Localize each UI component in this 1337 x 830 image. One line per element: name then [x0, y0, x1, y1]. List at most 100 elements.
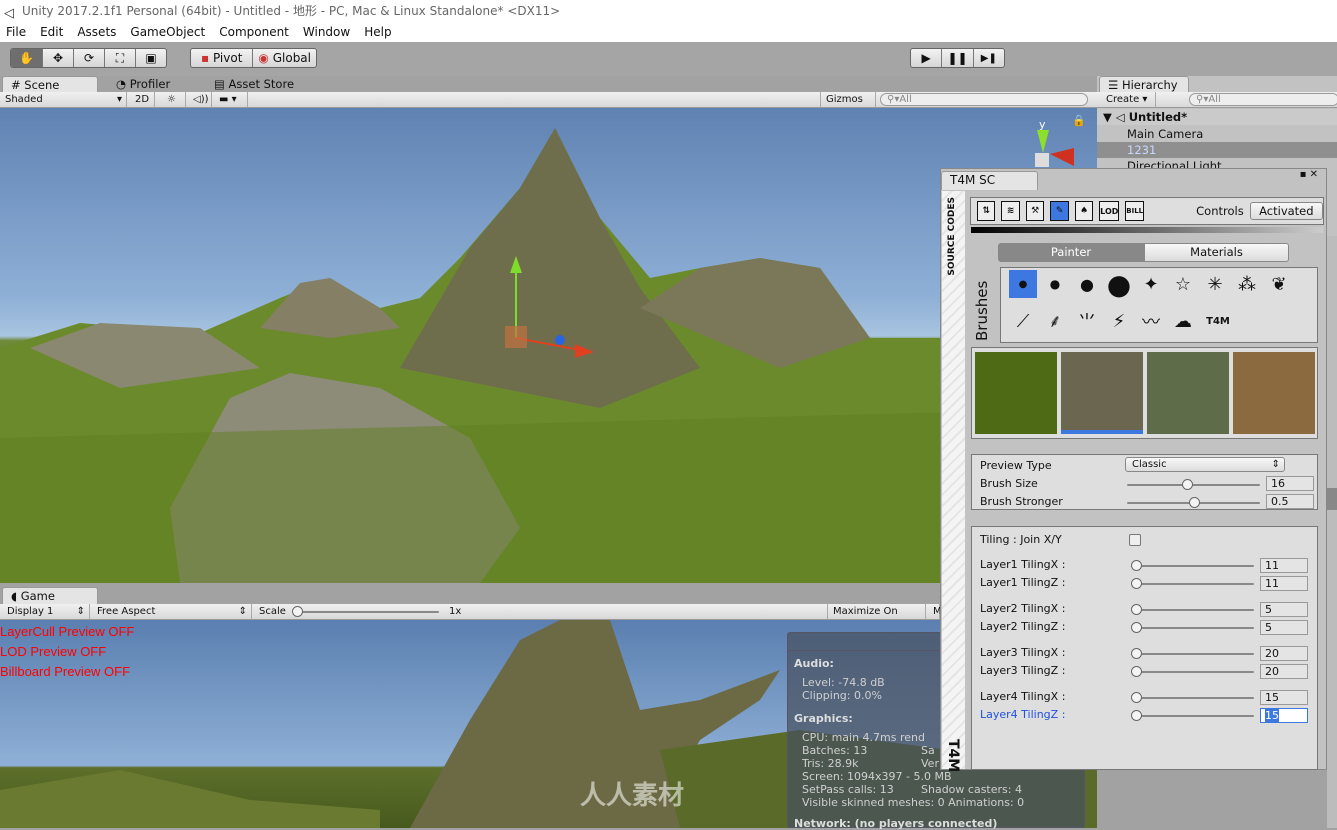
stats-tris: Tris: 28.9k	[802, 757, 859, 770]
menu-bar: File Edit Assets GameObject Component Window H…	[0, 22, 1337, 42]
brush-bird[interactable]: ✦	[1137, 270, 1165, 298]
brush-cloud[interactable]: ☁	[1169, 307, 1197, 335]
tab-scene[interactable]: # Scene	[2, 76, 98, 93]
brush-settings: Preview Type Classic ⇕ Brush Size 16 Brus…	[971, 454, 1318, 510]
tiling-join-checkbox[interactable]	[1129, 534, 1141, 546]
mute-toggle[interactable]: M	[928, 604, 942, 619]
effects-icon[interactable]: ▬ ▾	[214, 92, 248, 107]
brush-leaf[interactable]: ❦	[1265, 270, 1293, 298]
layer-tiling-slider[interactable]	[1131, 622, 1254, 633]
menu-gameobject[interactable]: GameObject	[130, 22, 205, 42]
close-icon[interactable]: ▪ ✕	[1300, 169, 1318, 180]
scene-root[interactable]: ▼ ◁ Untitled*	[1097, 109, 1337, 125]
layer-tiling-input[interactable]: 5	[1260, 602, 1308, 617]
brush-hard[interactable]: ●	[1105, 268, 1133, 301]
tab-t4m[interactable]: T4M SC	[941, 171, 1038, 190]
layer-tiling-input[interactable]: 11	[1260, 576, 1308, 591]
global-button[interactable]: ◉ Global	[253, 49, 316, 67]
brush-crack[interactable]: ⚡	[1105, 307, 1133, 335]
brush-soft-small[interactable]: ●	[1009, 270, 1037, 298]
layer-tiling-input[interactable]: 15	[1260, 690, 1308, 705]
layer-tiling-slider[interactable]	[1131, 710, 1254, 721]
layer-tiling-input[interactable]: 15	[1260, 708, 1308, 723]
layers-tool-icon[interactable]: ≋	[1001, 201, 1020, 221]
menu-help[interactable]: Help	[364, 22, 391, 42]
step-button[interactable]: ▶❚	[974, 49, 1004, 67]
tree-tool-icon[interactable]: ♠	[1074, 201, 1094, 221]
hierarchy-search-input[interactable]: ⚲▾All	[1189, 93, 1337, 106]
scale-slider[interactable]	[292, 606, 439, 617]
layer-tiling-input[interactable]: 20	[1260, 646, 1308, 661]
texture-moss[interactable]	[1147, 352, 1229, 434]
scale-tool-icon[interactable]: ⛶	[105, 49, 136, 67]
scene-search-input[interactable]: ⚲▾All	[880, 93, 1088, 106]
activated-button[interactable]: Activated	[1249, 202, 1323, 220]
play-button[interactable]: ▶	[911, 49, 943, 67]
preview-type-dropdown[interactable]: Classic ⇕	[1125, 457, 1285, 472]
height-tool-icon[interactable]: ⇅	[977, 201, 996, 221]
billboard-tool-icon[interactable]: BILL	[1125, 201, 1145, 221]
display-dropdown[interactable]: Display 1 ⇕	[2, 604, 90, 619]
brush-medium[interactable]: ●	[1073, 270, 1101, 298]
brush-t4m[interactable]: T4M	[1201, 307, 1235, 335]
scene-view[interactable]: y 🔒	[0, 108, 1097, 583]
layer-tiling-label: Layer4 TilingZ :	[980, 708, 1066, 721]
aspect-dropdown[interactable]: Free Aspect ⇕	[92, 604, 252, 619]
gizmos-dropdown[interactable]: Gizmos ▾	[820, 92, 876, 120]
brush-stronger-input[interactable]: 0.5	[1266, 494, 1314, 509]
2d-toggle[interactable]: 2D	[130, 92, 155, 107]
menu-assets[interactable]: Assets	[77, 22, 116, 42]
layer-tiling-slider[interactable]	[1131, 692, 1254, 703]
brush-scratch1[interactable]: ⸙	[1041, 307, 1069, 335]
brush-star[interactable]: ☆	[1169, 270, 1197, 298]
hand-tool-icon[interactable]: ✋	[11, 49, 43, 67]
layer-tiling-slider[interactable]	[1131, 604, 1254, 615]
tab-asset-store[interactable]: ▤ Asset Store	[206, 76, 302, 93]
brush-scratch2[interactable]: ⺌	[1073, 307, 1101, 335]
tiling-join-label: Tiling : Join X/Y	[980, 533, 1062, 546]
tools-icon[interactable]: ⚒	[1025, 201, 1045, 221]
brush-branch[interactable]: ⟋	[1009, 307, 1037, 335]
brush-crack2[interactable]: 〰	[1137, 307, 1165, 335]
audio-icon[interactable]: ◁))	[188, 92, 212, 107]
hierarchy-item-selected[interactable]: 1231	[1097, 142, 1337, 158]
texture-grass[interactable]	[975, 352, 1057, 434]
tab-game[interactable]: ◖ Game	[2, 587, 98, 604]
menu-edit[interactable]: Edit	[40, 22, 63, 42]
menu-file[interactable]: File	[6, 22, 26, 42]
brush-splatter[interactable]: ✳	[1201, 270, 1229, 298]
texture-dirt[interactable]	[1233, 352, 1315, 434]
brush-soft[interactable]: ●	[1041, 270, 1069, 298]
brush-size-input[interactable]: 16	[1266, 476, 1314, 491]
brush-noise[interactable]: ⁂	[1233, 270, 1261, 298]
menu-window[interactable]: Window	[303, 22, 350, 42]
rect-tool-icon[interactable]: ▣	[136, 49, 166, 67]
pivot-button[interactable]: ▪ Pivot	[191, 49, 254, 67]
maximize-on-play-toggle[interactable]: Maximize On Play	[827, 604, 926, 632]
layer-tiling-input[interactable]: 20	[1260, 664, 1308, 679]
rotate-tool-icon[interactable]: ⟳	[74, 49, 105, 67]
create-dropdown[interactable]: Create ▾	[1101, 92, 1156, 107]
hierarchy-item[interactable]: Main Camera	[1097, 126, 1337, 142]
layer-tiling-slider[interactable]	[1131, 560, 1254, 571]
move-tool-icon[interactable]: ✥	[43, 49, 74, 67]
layer-tiling-slider[interactable]	[1131, 578, 1254, 589]
texture-rock-selected[interactable]	[1061, 352, 1143, 434]
menu-component[interactable]: Component	[219, 22, 289, 42]
right-scrollbar[interactable]	[1327, 236, 1337, 828]
layer-tiling-input[interactable]: 5	[1260, 620, 1308, 635]
brush-stronger-slider[interactable]	[1127, 497, 1260, 508]
layer-tiling-slider[interactable]	[1131, 648, 1254, 659]
tab-hierarchy[interactable]: ☰ Hierarchy	[1099, 76, 1189, 93]
paint-tool-icon[interactable]: ✎	[1050, 201, 1069, 221]
lighting-icon[interactable]: ☼	[162, 92, 186, 107]
layer-tiling-slider[interactable]	[1131, 666, 1254, 677]
tab-materials[interactable]: Materials	[1144, 243, 1289, 262]
shading-dropdown[interactable]: Shaded ▾	[0, 92, 127, 107]
tab-painter[interactable]: Painter	[998, 243, 1144, 262]
lod-tool-icon[interactable]: LOD	[1099, 201, 1120, 221]
tab-profiler[interactable]: ◔ Profiler	[108, 76, 178, 93]
pause-button[interactable]: ❚❚	[942, 49, 974, 67]
layer-tiling-input[interactable]: 11	[1260, 558, 1308, 573]
brush-size-slider[interactable]	[1127, 479, 1260, 490]
